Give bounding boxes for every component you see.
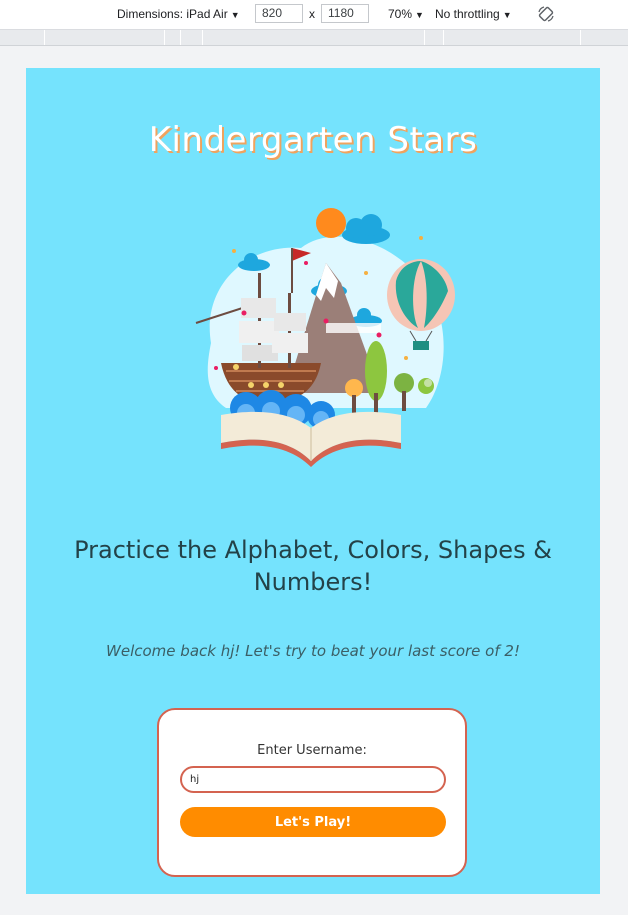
caret-down-icon: ▼ bbox=[502, 10, 512, 20]
page-title: Kindergarten Stars bbox=[148, 120, 478, 160]
caret-down-icon: ▼ bbox=[415, 10, 424, 20]
username-input[interactable] bbox=[180, 766, 446, 793]
dimensions-dropdown[interactable]: Dimensions: iPad Air ▼ bbox=[117, 7, 240, 21]
dimension-separator: x bbox=[309, 7, 315, 21]
media-query-ruler[interactable] bbox=[0, 30, 628, 46]
welcome-message: Welcome back hj! Let's try to beat your … bbox=[106, 642, 520, 660]
height-input[interactable] bbox=[321, 4, 369, 23]
devtools-toolbar: Dimensions: iPad Air▼ x 70%▼ No throttli… bbox=[0, 0, 628, 30]
zoom-label: 70% bbox=[388, 7, 413, 21]
throttling-dropdown[interactable]: No throttling ▼ bbox=[435, 7, 512, 21]
zoom-dropdown[interactable]: 70% ▼ bbox=[388, 7, 424, 21]
page-subtitle: Practice the Alphabet, Colors, Shapes & … bbox=[74, 536, 552, 596]
storybook-illustration bbox=[195, 208, 455, 467]
lets-play-button[interactable]: Let's Play! bbox=[180, 807, 446, 837]
username-label: Enter Username: bbox=[257, 743, 367, 758]
dimensions-label: Dimensions: iPad Air bbox=[117, 7, 228, 21]
caret-down-icon: ▼ bbox=[230, 10, 240, 20]
rotate-icon[interactable] bbox=[537, 5, 555, 23]
device-viewport: Kindergarten Stars Practice the Alphabet… bbox=[26, 68, 600, 894]
throttling-label: No throttling bbox=[435, 7, 500, 21]
width-input[interactable] bbox=[255, 4, 303, 23]
login-card: Enter Username: Let's Play! bbox=[157, 708, 467, 877]
